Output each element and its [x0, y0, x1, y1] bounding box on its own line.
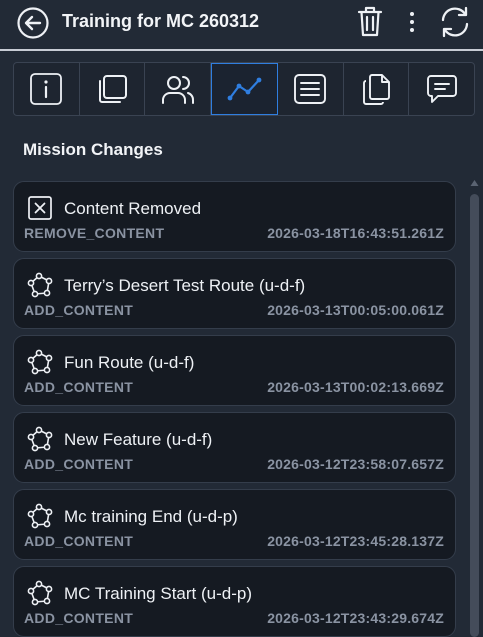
tab-bar	[13, 62, 475, 116]
section-title: Mission Changes	[23, 140, 163, 159]
change-operation: ADD_CONTENT	[24, 302, 134, 318]
tab-copy[interactable]	[80, 63, 146, 115]
tab-info[interactable]	[14, 63, 80, 115]
change-timestamp: 2026-03-13T00:05:00.061Z	[267, 302, 444, 318]
change-timestamp: 2026-03-18T16:43:51.261Z	[267, 225, 444, 241]
header-divider	[0, 49, 483, 51]
tab-chat[interactable]	[409, 63, 474, 115]
tab-list[interactable]	[278, 63, 344, 115]
route-icon	[27, 349, 53, 375]
page-title: Training for MC 260312	[62, 11, 260, 31]
change-name: Terry’s Desert Test Route (u-d-f)	[64, 276, 306, 295]
info-icon	[30, 73, 63, 105]
change-operation: ADD_CONTENT	[24, 456, 134, 472]
change-operation: ADD_CONTENT	[24, 533, 134, 549]
change-timestamp: 2026-03-12T23:43:29.674Z	[267, 610, 444, 626]
change-name: Mc training End (u-d-p)	[64, 507, 238, 526]
tab-files[interactable]	[344, 63, 410, 115]
change-timestamp: 2026-03-12T23:45:28.137Z	[267, 533, 444, 549]
route-icon	[27, 426, 53, 452]
more-vert-icon[interactable]	[403, 8, 421, 36]
change-name: Content Removed	[64, 199, 202, 218]
files-icon	[363, 74, 390, 105]
sync-icon[interactable]	[437, 5, 473, 39]
change-item[interactable]: New Feature (u-d-f) ADD_CONTENT 2026-03-…	[13, 412, 456, 483]
change-name: Fun Route (u-d-f)	[64, 353, 195, 372]
header-bar: Training for MC 260312	[0, 0, 483, 48]
scrollbar[interactable]	[469, 178, 480, 637]
mission-changes-panel: Training for MC 260312 Mission Changes C…	[0, 0, 483, 637]
change-item[interactable]: Content Removed REMOVE_CONTENT 2026-03-1…	[13, 181, 456, 252]
change-operation: ADD_CONTENT	[24, 379, 134, 395]
list-icon	[294, 74, 327, 104]
route-icon	[27, 580, 53, 606]
change-operation: ADD_CONTENT	[24, 610, 134, 626]
change-item[interactable]: MC Training Start (u-d-p) ADD_CONTENT 20…	[13, 566, 456, 637]
change-name: New Feature (u-d-f)	[64, 430, 213, 449]
route-icon	[27, 272, 53, 298]
remove-box-icon	[27, 195, 53, 221]
tab-activity[interactable]	[211, 63, 278, 115]
change-item[interactable]: Fun Route (u-d-f) ADD_CONTENT 2026-03-13…	[13, 335, 456, 406]
change-timestamp: 2026-03-12T23:58:07.657Z	[267, 456, 444, 472]
tab-users[interactable]	[145, 63, 212, 115]
trash-icon[interactable]	[354, 4, 386, 38]
scroll-up-arrow-icon[interactable]	[469, 178, 480, 188]
activity-chart-icon	[227, 77, 261, 101]
mission-changes-list: Content Removed REMOVE_CONTENT 2026-03-1…	[13, 181, 456, 637]
users-icon	[161, 76, 194, 104]
route-icon	[27, 503, 53, 529]
scrollbar-thumb[interactable]	[470, 194, 479, 637]
change-operation: REMOVE_CONTENT	[24, 225, 165, 241]
back-arrow-icon[interactable]	[16, 6, 50, 40]
change-name: MC Training Start (u-d-p)	[64, 584, 252, 603]
copy-icon	[99, 75, 128, 103]
change-item[interactable]: Mc training End (u-d-p) ADD_CONTENT 2026…	[13, 489, 456, 560]
change-timestamp: 2026-03-13T00:02:13.669Z	[267, 379, 444, 395]
chat-icon	[426, 75, 457, 103]
change-item[interactable]: Terry’s Desert Test Route (u-d-f) ADD_CO…	[13, 258, 456, 329]
